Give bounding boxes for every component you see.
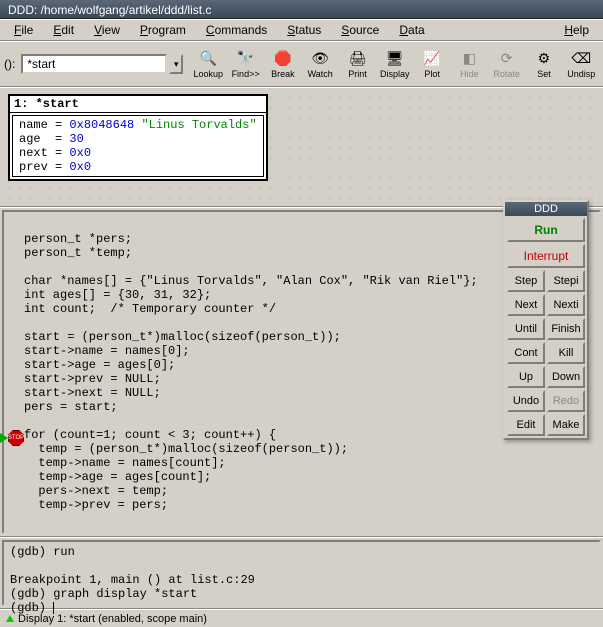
lookup-button[interactable]: 🔍Lookup: [191, 45, 226, 83]
window-title: DDD: /home/wolfgang/artikel/ddd/list.c: [8, 3, 211, 17]
menu-edit[interactable]: Edit: [43, 21, 84, 39]
run-button[interactable]: Run: [507, 218, 585, 242]
current-line-arrow-icon: [0, 433, 8, 443]
statusbar: Display 1: *start (enabled, scope main): [0, 609, 603, 627]
command-panel-title[interactable]: DDD: [505, 202, 587, 216]
until-button[interactable]: Until: [507, 318, 545, 340]
arg-label: ():: [4, 57, 15, 71]
argument-input[interactable]: [21, 54, 167, 74]
menu-source[interactable]: Source: [331, 21, 389, 39]
undo-button[interactable]: Undo: [507, 390, 545, 412]
breakpoint-stop-icon: STOP: [8, 430, 24, 446]
watch-button[interactable]: 👁Watch: [303, 45, 338, 83]
display-button[interactable]: 🖥Display: [377, 45, 412, 83]
display-field: prev = 0x0: [19, 160, 257, 174]
redo-button[interactable]: Redo: [547, 390, 585, 412]
cont-button[interactable]: Cont: [507, 342, 545, 364]
menu-data[interactable]: Data: [389, 21, 434, 39]
find-button[interactable]: 🔭Find>>: [228, 45, 263, 83]
stepi-button[interactable]: Stepi: [547, 270, 585, 292]
nexti-button[interactable]: Nexti: [547, 294, 585, 316]
command-tool-panel[interactable]: DDD Run Interrupt StepStepiNextNextiUnti…: [503, 200, 589, 440]
argument-dropdown[interactable]: ▾: [169, 54, 183, 74]
set-button[interactable]: ⚙Set: [526, 45, 561, 83]
interrupt-button[interactable]: Interrupt: [507, 244, 585, 268]
display-field: next = 0x0: [19, 146, 257, 160]
display-box-title: 1: *start: [10, 96, 266, 113]
break-button[interactable]: 🛑Break: [265, 45, 300, 83]
edit-button[interactable]: Edit: [507, 414, 545, 436]
window-titlebar[interactable]: DDD: /home/wolfgang/artikel/ddd/list.c: [0, 0, 603, 19]
magnifier-icon: 🔍: [198, 50, 218, 68]
kill-button[interactable]: Kill: [547, 342, 585, 364]
up-button[interactable]: Up: [507, 366, 545, 388]
stop-icon: 🛑: [273, 50, 293, 68]
toolbar: (): ▾ 🔍Lookup 🔭Find>> 🛑Break 👁Watch 🖨Pri…: [0, 41, 603, 87]
rotate-button[interactable]: ⟳Rotate: [489, 45, 524, 83]
plot-button[interactable]: 📈Plot: [414, 45, 449, 83]
gear-icon: ⚙: [534, 50, 554, 68]
menu-view[interactable]: View: [84, 21, 130, 39]
menubar: File Edit View Program Commands Status S…: [0, 19, 603, 41]
chart-icon: 📈: [422, 50, 442, 68]
display-field: age = 30: [19, 132, 257, 146]
gdb-console-pane: (gdb) run Breakpoint 1, main () at list.…: [0, 537, 603, 609]
hide-button[interactable]: ◧Hide: [452, 45, 487, 83]
menu-program[interactable]: Program: [130, 21, 196, 39]
menu-status[interactable]: Status: [277, 21, 331, 39]
finish-button[interactable]: Finish: [547, 318, 585, 340]
undisp-button[interactable]: ⌫Undisp: [564, 45, 599, 83]
make-button[interactable]: Make: [547, 414, 585, 436]
next-button[interactable]: Next: [507, 294, 545, 316]
print-button[interactable]: 🖨Print: [340, 45, 375, 83]
menu-help[interactable]: Help: [554, 21, 599, 39]
text-cursor: [53, 602, 54, 614]
display-box-body: name = 0x8048648 "Linus Torvalds"age = 3…: [12, 115, 264, 177]
display-field: name = 0x8048648 "Linus Torvalds": [19, 118, 257, 132]
gdb-console[interactable]: (gdb) run Breakpoint 1, main () at list.…: [2, 540, 601, 606]
printer-icon: 🖨: [347, 50, 367, 68]
undisplay-icon: ⌫: [571, 50, 591, 68]
menu-file[interactable]: File: [4, 21, 43, 39]
data-display-pane[interactable]: 1: *start name = 0x8048648 "Linus Torval…: [0, 87, 603, 207]
step-button[interactable]: Step: [507, 270, 545, 292]
eye-icon: 👁: [310, 50, 330, 68]
display-box-1[interactable]: 1: *start name = 0x8048648 "Linus Torval…: [8, 94, 268, 181]
monitor-icon: 🖥: [385, 50, 405, 68]
rotate-icon: ⟳: [497, 50, 517, 68]
down-button[interactable]: Down: [547, 366, 585, 388]
binoculars-icon: 🔭: [236, 50, 256, 68]
hide-icon: ◧: [459, 50, 479, 68]
breakpoint-marker[interactable]: STOP: [0, 430, 24, 446]
menu-commands[interactable]: Commands: [196, 21, 277, 39]
